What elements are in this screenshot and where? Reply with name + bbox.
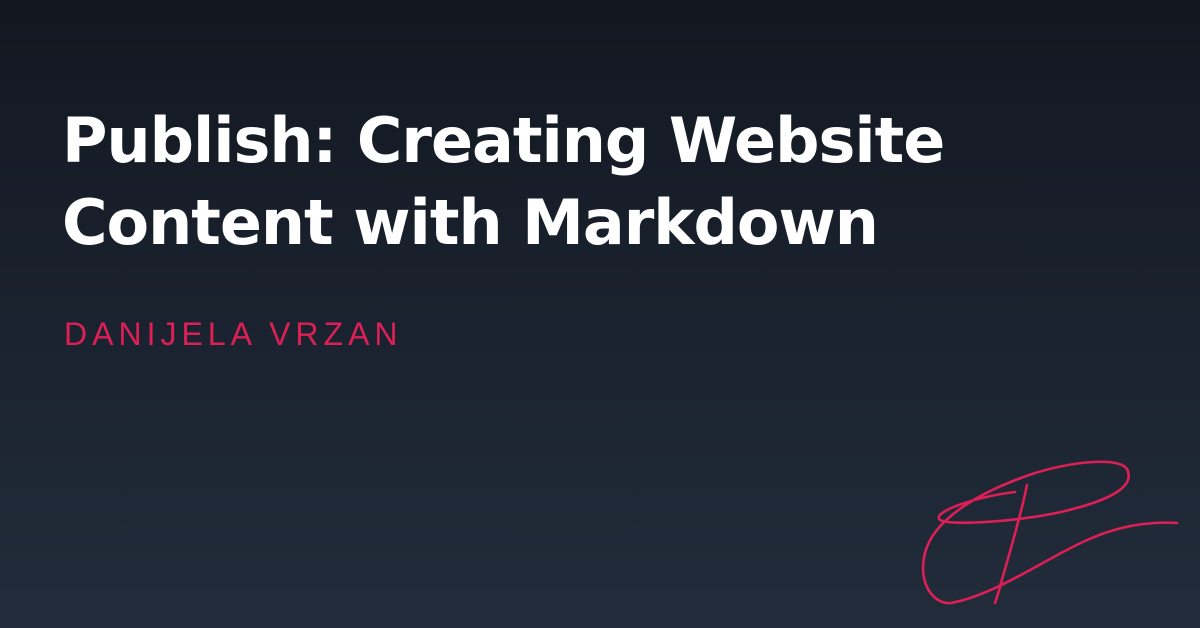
social-card: Publish: Creating Website Content with M… [0, 0, 1200, 628]
page-title: Publish: Creating Website Content with M… [62, 100, 1062, 264]
signature-stroke-loop [921, 460, 1179, 605]
title-line-2: Content with Markdown [62, 186, 879, 259]
signature-stroke-stem [993, 483, 1029, 605]
title-line-1: Publish: Creating Website [62, 104, 945, 177]
author-name: DANIJELA VRZAN [64, 316, 403, 352]
signature-d-icon [921, 460, 1179, 605]
